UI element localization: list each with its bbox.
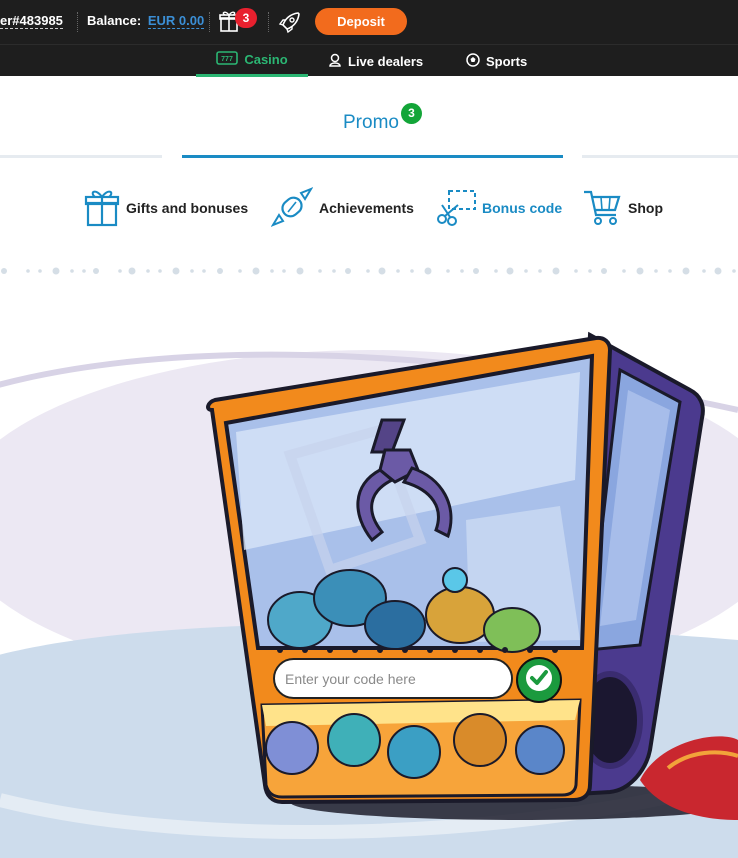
user-id[interactable]: er#483985 xyxy=(0,13,63,29)
category-label: Achievements xyxy=(319,200,414,216)
claw-machine-illustration xyxy=(0,331,738,858)
gift-count-badge: 3 xyxy=(235,8,257,28)
soccer-ball-icon xyxy=(466,52,480,70)
nav-item-sports[interactable]: Sports xyxy=(466,45,527,77)
category-shop[interactable]: Shop xyxy=(582,188,663,228)
rocket-icon[interactable] xyxy=(278,10,302,34)
divider xyxy=(268,12,269,32)
category-achievements[interactable]: Achievements xyxy=(270,186,414,230)
category-label: Bonus code xyxy=(482,200,563,216)
promo-count-badge: 3 xyxy=(401,103,422,124)
submit-code-button[interactable] xyxy=(516,657,562,703)
balance-value[interactable]: EUR 0.00 xyxy=(147,13,205,29)
main-nav: 777 Casino Live dealers Sports xyxy=(0,44,738,77)
category-label: Shop xyxy=(628,200,663,216)
balance-label: Balance: xyxy=(87,13,142,28)
dotted-divider xyxy=(1,267,736,275)
top-bar: er#483985 Balance: EUR 0.00 3 Deposit xyxy=(0,0,738,44)
svg-text:777: 777 xyxy=(221,56,233,63)
bonus-code-input[interactable] xyxy=(273,658,513,699)
tab-underline xyxy=(0,155,162,158)
divider xyxy=(77,12,78,32)
deposit-button[interactable]: Deposit xyxy=(315,8,407,35)
category-label: Gifts and bonuses xyxy=(126,200,249,216)
category-gifts-and-bonuses[interactable]: Gifts and bonuses xyxy=(84,188,248,228)
candy-icon xyxy=(270,186,314,230)
nav-item-live-dealers[interactable]: Live dealers xyxy=(328,45,423,77)
nav-item-label: Casino xyxy=(244,52,288,67)
nav-item-label: Sports xyxy=(486,53,528,69)
dealer-icon xyxy=(328,53,342,70)
balance: Balance: EUR 0.00 xyxy=(87,13,205,29)
tab-underline xyxy=(582,155,738,158)
tab-underline-active xyxy=(182,155,563,158)
scissors-coupon-icon xyxy=(436,187,476,230)
gift-icon xyxy=(84,187,120,230)
nav-item-label: Live dealers xyxy=(348,53,424,69)
cart-icon xyxy=(582,187,622,230)
promo-tab[interactable]: Promo xyxy=(343,112,399,134)
page: er#483985 Balance: EUR 0.00 3 Deposit 77… xyxy=(0,0,738,858)
nav-item-casino[interactable]: 777 Casino xyxy=(196,45,308,77)
category-bonus-code[interactable]: Bonus code xyxy=(436,188,562,228)
divider xyxy=(209,12,210,32)
casino-icon: 777 xyxy=(216,51,239,68)
checkmark-icon xyxy=(524,663,554,698)
